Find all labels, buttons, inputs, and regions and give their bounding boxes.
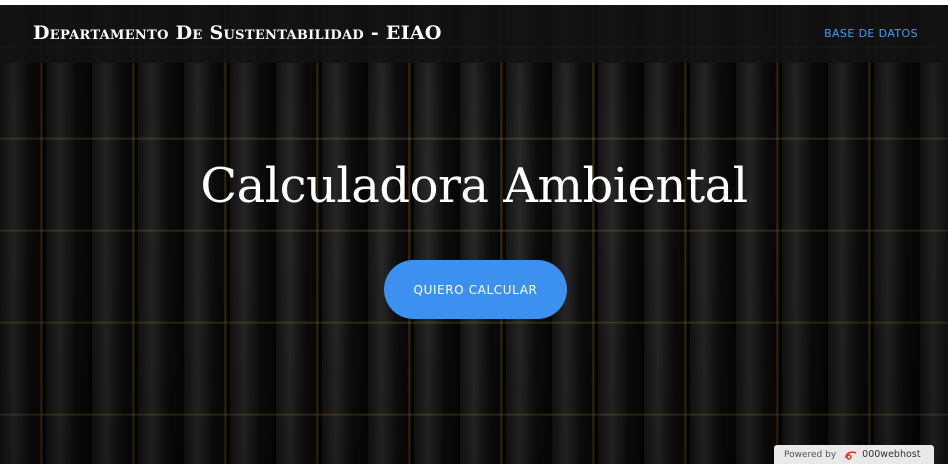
quiero-calcular-button[interactable]: QUIERO CALCULAR xyxy=(384,260,567,319)
powered-by-label: Powered by xyxy=(784,449,837,460)
webhost-name: 000webhost xyxy=(862,449,921,460)
webhost-logo-icon xyxy=(844,450,858,460)
nav-link-base-de-datos[interactable]: BASE DE DATOS xyxy=(824,27,918,40)
site-brand[interactable]: Departamento De Sustentabilidad - EIAO xyxy=(33,22,442,44)
page-background: Departamento De Sustentabilidad - EIAO B… xyxy=(0,0,948,464)
powered-by-badge[interactable]: Powered by 000webhost xyxy=(774,445,934,464)
navbar: Departamento De Sustentabilidad - EIAO B… xyxy=(0,5,948,63)
hero-title: Calculadora Ambiental xyxy=(200,158,748,214)
